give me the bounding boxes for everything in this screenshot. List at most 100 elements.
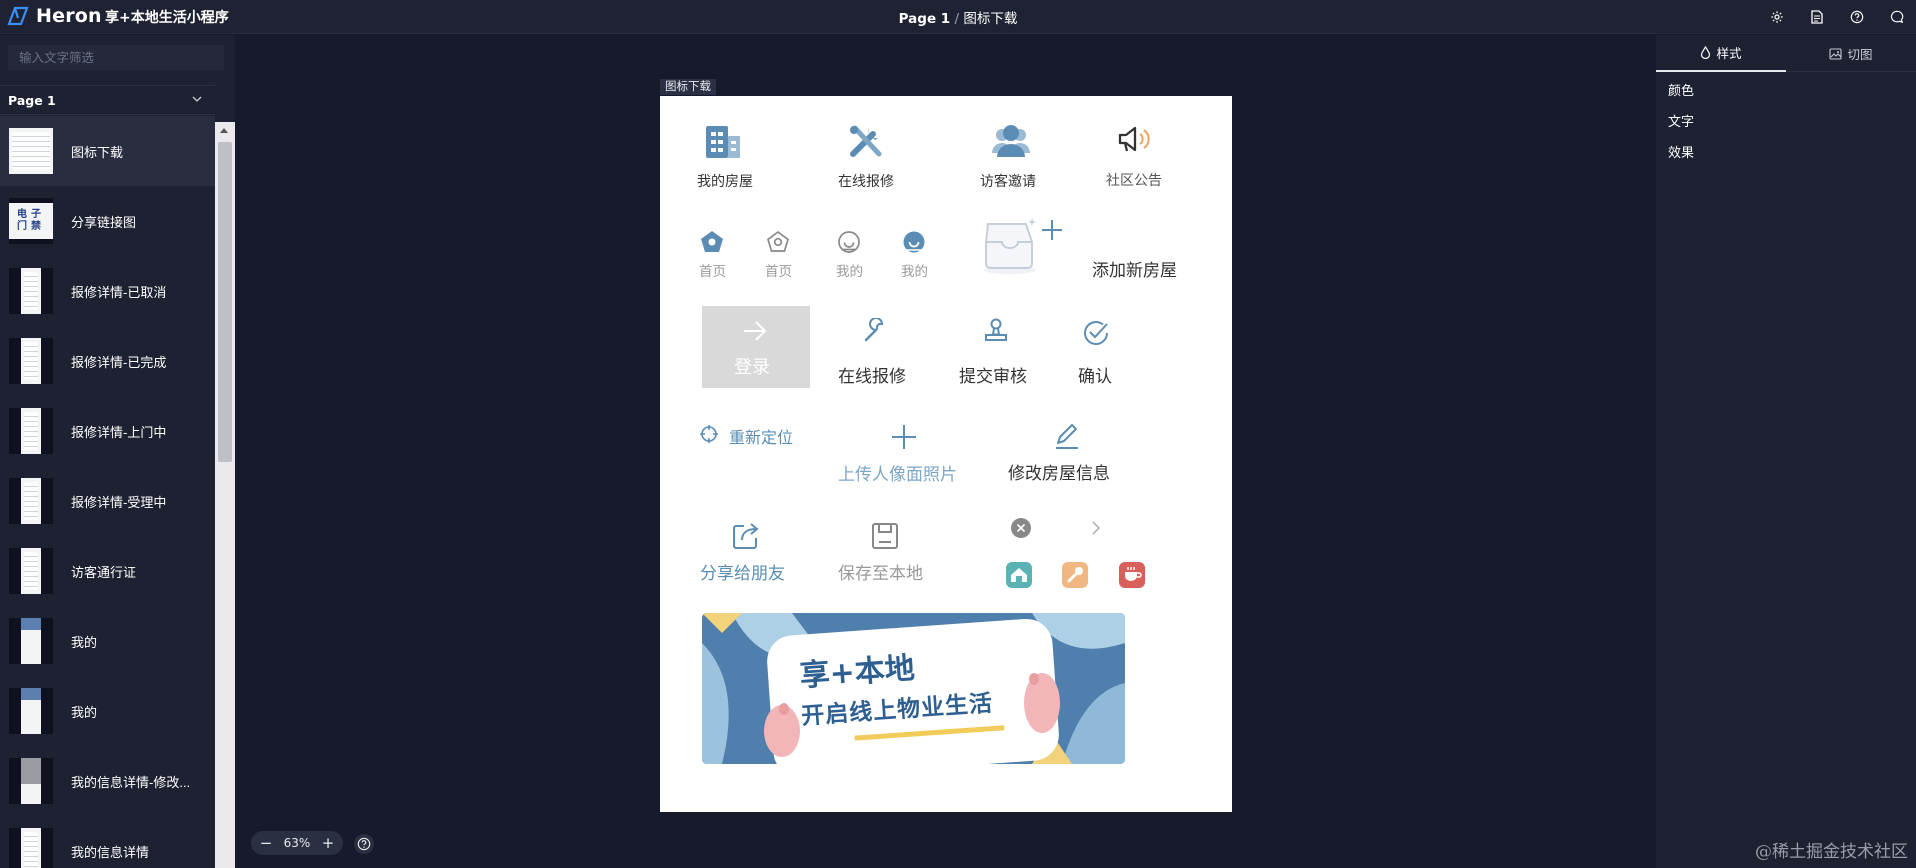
locate-icon[interactable] <box>699 424 719 444</box>
page-item-label: 报修详情-上门中 <box>71 424 167 440</box>
page-item-visitor-pass[interactable]: 访客通行证 <box>0 536 215 606</box>
share-icon[interactable] <box>732 522 762 550</box>
breadcrumb-artboard: 图标下载 <box>963 11 1018 27</box>
document-icon[interactable] <box>1806 6 1828 28</box>
page-item-share-link[interactable]: 电子门禁 分享链接图 <box>0 186 215 256</box>
visitor-invite-label: 访客邀请 <box>980 174 1036 190</box>
chevron-right-icon[interactable] <box>1089 520 1103 536</box>
repair-badge-icon[interactable] <box>1062 562 1088 588</box>
relocate-label[interactable]: 重新定位 <box>729 424 793 448</box>
home-filled-icon[interactable] <box>700 230 724 254</box>
thumbnail-text: 电子门禁 <box>17 209 45 232</box>
save-icon[interactable] <box>871 522 899 550</box>
section-color[interactable]: 颜色 <box>1668 80 1694 99</box>
design-canvas[interactable]: 图标下载 我的房屋 在线报修 访客邀请 社区公告 首页 首页 我的 我的 添加新… <box>235 35 1656 868</box>
share-friends-label[interactable]: 分享给朋友 <box>700 559 785 584</box>
add-icon[interactable] <box>1040 218 1064 242</box>
login-label: 登录 <box>734 357 770 378</box>
page-thumbnail <box>9 618 53 664</box>
zoom-out-button[interactable]: − <box>259 834 273 852</box>
heron-logo-icon <box>7 6 29 26</box>
page-item-mine[interactable]: 我的 <box>0 606 215 676</box>
tab-style[interactable]: 样式 <box>1656 35 1786 72</box>
edit-pen-icon[interactable] <box>1053 422 1081 450</box>
tab-slice[interactable]: 切图 <box>1786 35 1916 72</box>
close-circle-icon[interactable] <box>1011 518 1031 538</box>
save-local-label[interactable]: 保存至本地 <box>838 559 923 584</box>
page-thumbnail <box>9 128 53 174</box>
online-repair-label-2: 在线报修 <box>838 367 906 387</box>
stamp-icon[interactable] <box>983 318 1009 344</box>
section-effect[interactable]: 效果 <box>1668 142 1694 161</box>
page-item-my-info[interactable]: 我的信息详情 <box>0 816 215 868</box>
arrow-right-icon <box>744 321 767 341</box>
zoom-control: − 63% + <box>251 831 343 855</box>
artboard-label[interactable]: 图标下载 <box>660 79 716 95</box>
my-house-label: 我的房屋 <box>697 174 753 190</box>
page-thumbnail <box>9 408 53 454</box>
page-list: 图标下载 电子门禁 分享链接图 报修详情-已取消 报修详情-已完成 报修详情-上… <box>0 116 215 868</box>
section-text[interactable]: 文字 <box>1668 111 1694 130</box>
wrench-icon[interactable] <box>862 318 888 344</box>
chat-icon[interactable] <box>1886 6 1908 28</box>
profile-outline-icon[interactable] <box>837 230 861 254</box>
add-house-label: 添加新房屋 <box>1092 261 1177 281</box>
submit-review-label: 提交审核 <box>959 367 1027 387</box>
visitor-invite-icon[interactable] <box>991 123 1031 159</box>
app-name: Heron <box>36 5 102 27</box>
page-thumbnail <box>9 828 53 868</box>
zoom-level: 63% <box>283 836 311 850</box>
page-item-label: 我的 <box>71 704 98 720</box>
page-thumbnail <box>9 268 53 314</box>
promo-banner[interactable]: 享+本地 开启线上物业生活 <box>702 613 1125 764</box>
watermark: @稀土掘金技术社区 <box>1755 842 1908 862</box>
page-item-label: 报修详情-受理中 <box>71 494 167 510</box>
home-label: 首页 <box>699 264 726 280</box>
announcement-icon[interactable] <box>1116 126 1150 154</box>
gear-icon[interactable] <box>1766 6 1788 28</box>
page-select-label: Page 1 <box>8 92 56 108</box>
scroll-up-arrow[interactable] <box>220 128 228 133</box>
page-item-label: 图标下载 <box>71 144 124 160</box>
project-name: 享+本地生活小程序 <box>105 10 229 26</box>
repair-tools-icon[interactable] <box>847 124 885 160</box>
page-item-my-info-edit[interactable]: 我的信息详情-修改... <box>0 746 215 816</box>
breadcrumb-page[interactable]: Page 1 <box>899 11 951 27</box>
scroll-thumb[interactable] <box>218 142 232 462</box>
inspector-tabs: 样式 切图 <box>1656 35 1916 72</box>
page-item-label: 访客通行证 <box>71 564 137 580</box>
house-badge-icon[interactable] <box>1006 562 1032 588</box>
filter-input[interactable] <box>8 45 224 70</box>
profile-filled-icon[interactable] <box>902 230 926 254</box>
canvas-help-button[interactable] <box>354 834 374 854</box>
announcement-label: 社区公告 <box>1106 173 1162 189</box>
login-button[interactable]: 登录 <box>702 306 810 388</box>
page-list-scrollbar[interactable] <box>215 122 235 868</box>
page-item-repair-completed[interactable]: 报修详情-已完成 <box>0 326 215 396</box>
upload-add-icon[interactable] <box>891 424 917 450</box>
page-select[interactable]: Page 1 <box>0 85 215 115</box>
page-item-label: 报修详情-已取消 <box>71 284 167 300</box>
page-item-mine-2[interactable]: 我的 <box>0 676 215 746</box>
home-outline-icon[interactable] <box>766 230 790 254</box>
coffee-badge-icon[interactable] <box>1119 562 1145 588</box>
upload-portrait-label: 上传人像面照片 <box>838 465 957 485</box>
page-item-repair-cancelled[interactable]: 报修详情-已取消 <box>0 256 215 326</box>
page-item-label: 报修详情-已完成 <box>71 354 167 370</box>
home-label-2: 首页 <box>765 264 792 280</box>
page-item-label: 我的 <box>71 634 98 650</box>
check-circle-icon[interactable] <box>1081 318 1111 348</box>
help-icon[interactable] <box>1846 6 1868 28</box>
page-item-repair-accepted[interactable]: 报修详情-受理中 <box>0 466 215 536</box>
page-item-label: 分享链接图 <box>71 214 137 230</box>
my-house-icon[interactable] <box>704 124 742 160</box>
breadcrumb: Page 1 / 图标下载 <box>0 7 1916 27</box>
chevron-down-icon <box>192 96 202 102</box>
artboard[interactable]: 我的房屋 在线报修 访客邀请 社区公告 首页 首页 我的 我的 添加新房屋 登录… <box>660 96 1232 812</box>
zoom-in-button[interactable]: + <box>321 834 335 852</box>
page-item-label: 我的信息详情-修改... <box>71 774 191 790</box>
app-logo[interactable]: Heron <box>6 4 102 28</box>
drop-icon <box>1701 46 1711 59</box>
page-item-icon-download[interactable]: 图标下载 <box>0 116 215 186</box>
page-item-repair-visiting[interactable]: 报修详情-上门中 <box>0 396 215 466</box>
